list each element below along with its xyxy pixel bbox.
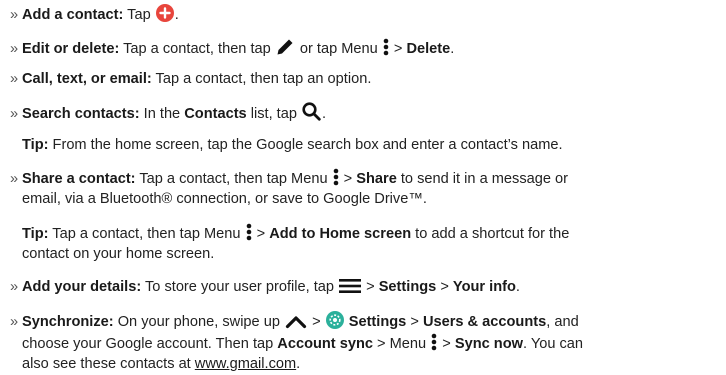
item-synchronize: » Synchronize: On your phone, swipe up > … [10, 311, 579, 334]
bullet: » [10, 106, 19, 122]
bullet: » [10, 314, 19, 330]
item-share-contact-cont: email, via a Bluetooth® connection, or s… [22, 191, 427, 207]
item-add-details: » Add your details: To store your user pr… [10, 278, 520, 299]
add-contact-icon [155, 4, 174, 27]
menu-icon [383, 38, 389, 61]
search-icon [302, 102, 321, 126]
contacts-help-page: » Add a contact: Tap . » Edit or delete: T… [0, 0, 726, 375]
bullet: » [10, 41, 19, 57]
settings-gear-icon [325, 311, 344, 334]
bullet: » [10, 71, 19, 87]
chevron-up-icon [285, 315, 307, 334]
item-synchronize-cont2: also see these contacts at www.gmail.com… [22, 356, 301, 372]
menu-icon [246, 223, 252, 246]
item-search-contacts: » Search contacts: In the Contacts list, … [10, 102, 326, 126]
tip-add-home-screen: Tip: Tap a contact, then tap Menu > Add … [22, 223, 569, 246]
bullet: » [10, 279, 19, 295]
tip-add-home-screen-cont: contact on your home screen. [22, 246, 215, 262]
item-edit-delete: » Edit or delete: Tap a contact, then tap… [10, 37, 454, 61]
menu-icon [333, 168, 339, 191]
item-label: Edit or delete: [22, 41, 120, 57]
item-call-text-email: » Call, text, or email: Tap a contact, th… [10, 71, 372, 87]
item-label: Call, text, or email: [22, 71, 152, 87]
item-label: Share a contact: [22, 171, 136, 187]
item-label: Add your details: [22, 279, 142, 295]
item-share-contact: » Share a contact: Tap a contact, then ta… [10, 168, 568, 191]
hamburger-icon [339, 278, 362, 299]
item-synchronize-cont: choose your Google account. Then tap Acc… [22, 333, 583, 356]
item-label: Search contacts: [22, 106, 140, 122]
tip-search-home: Tip: From the home screen, tap the Googl… [22, 137, 563, 153]
menu-icon [431, 333, 437, 356]
bullet: » [10, 171, 19, 187]
bullet: » [10, 7, 19, 23]
item-label: Synchronize: [22, 314, 114, 330]
item-label: Add a contact: [22, 7, 124, 23]
item-add-contact: » Add a contact: Tap . [10, 4, 179, 27]
tip-label: Tip: [22, 137, 49, 153]
gmail-link[interactable]: www.gmail.com [195, 356, 296, 372]
pencil-icon [276, 37, 295, 61]
tip-label: Tip: [22, 226, 49, 242]
